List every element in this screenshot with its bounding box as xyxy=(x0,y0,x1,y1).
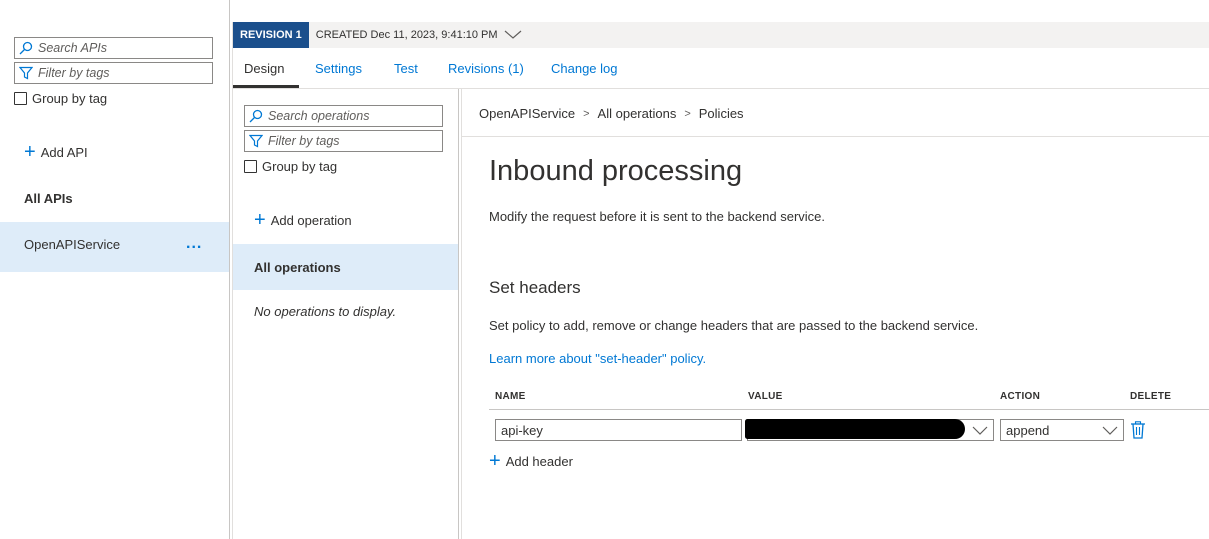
all-apis-item[interactable]: All APIs xyxy=(24,191,73,206)
all-operations-label: All operations xyxy=(254,260,341,275)
breadcrumb-separator: > xyxy=(583,107,590,120)
operations-group-by-tag[interactable]: Group by tag xyxy=(244,159,337,174)
add-header-label: Add header xyxy=(505,453,573,469)
revision-badge: REVISION 1 xyxy=(233,22,309,48)
add-api-button[interactable]: + Add API xyxy=(24,142,88,162)
page-title: Inbound processing xyxy=(489,155,743,187)
tab-design[interactable]: Design xyxy=(244,61,284,76)
api-filter-input[interactable]: Filter by tags xyxy=(14,62,213,84)
add-header-button[interactable]: + Add header xyxy=(489,451,573,471)
breadcrumb-item[interactable]: All operations xyxy=(598,106,677,121)
all-operations-item[interactable]: All operations xyxy=(233,244,458,290)
group-by-tag-label: Group by tag xyxy=(262,159,338,174)
api-item-label: OpenAPIService xyxy=(24,237,121,252)
trash-icon[interactable] xyxy=(1130,421,1146,439)
tab-test[interactable]: Test xyxy=(394,61,418,76)
page-description: Modify the request before it is sent to … xyxy=(489,209,826,224)
tab-revisions[interactable]: Revisions (1) xyxy=(448,61,524,76)
column-header-delete: DELETE xyxy=(1130,391,1172,402)
breadcrumb-item[interactable]: OpenAPIService xyxy=(479,106,575,121)
operations-search-placeholder: Search operations xyxy=(268,109,370,123)
no-operations-message: No operations to display. xyxy=(254,304,397,319)
api-panel: Search APIs Filter by tags Group by tag … xyxy=(0,0,229,539)
group-by-tag-checkbox[interactable] xyxy=(244,160,257,173)
header-name-field[interactable]: api-key xyxy=(495,419,742,441)
plus-icon: + xyxy=(254,209,266,231)
add-api-label: Add API xyxy=(40,144,88,160)
column-header-value: VALUE xyxy=(748,391,783,402)
header-action-value: append xyxy=(1006,422,1050,438)
chevron-down-icon xyxy=(1102,426,1118,435)
learn-more-link[interactable]: Learn more about "set-header" policy. xyxy=(489,351,706,366)
operations-search-input[interactable]: Search operations xyxy=(244,105,443,127)
tab-settings[interactable]: Settings xyxy=(315,61,362,76)
operations-filter-input[interactable]: Filter by tags xyxy=(244,130,443,152)
operations-panel-divider xyxy=(458,89,462,539)
column-header-action: ACTION xyxy=(1000,391,1041,402)
tab-change-log[interactable]: Change log xyxy=(551,61,618,76)
column-header-name: NAME xyxy=(495,391,526,402)
add-operation-button[interactable]: + Add operation xyxy=(254,210,352,230)
search-icon xyxy=(249,109,263,123)
section-title: Set headers xyxy=(489,278,581,297)
plus-icon: + xyxy=(489,450,501,472)
header-action-select[interactable]: append xyxy=(1000,419,1124,441)
more-actions-icon[interactable]: ... xyxy=(186,235,202,253)
operations-filter-placeholder: Filter by tags xyxy=(268,134,340,148)
redaction-mark xyxy=(745,419,965,439)
api-search-input[interactable]: Search APIs xyxy=(14,37,213,59)
chevron-down-icon[interactable] xyxy=(972,424,988,436)
breadcrumb: OpenAPIService > All operations > Polici… xyxy=(479,106,744,121)
breadcrumb-separator: > xyxy=(684,107,691,120)
revision-bar: REVISION 1 CREATED Dec 11, 2023, 9:41:10… xyxy=(233,22,1209,48)
section-description: Set policy to add, remove or change head… xyxy=(489,318,979,333)
filter-icon xyxy=(19,66,33,80)
chevron-down-icon[interactable] xyxy=(504,30,522,40)
breadcrumb-divider xyxy=(462,136,1209,137)
api-item-openapiservice[interactable]: OpenAPIService ... xyxy=(0,222,229,272)
api-group-by-tag[interactable]: Group by tag xyxy=(14,91,107,106)
filter-icon xyxy=(249,134,263,148)
revision-created: CREATED Dec 11, 2023, 9:41:10 PM xyxy=(315,29,498,41)
table-header-divider xyxy=(489,409,1209,410)
breadcrumb-item: Policies xyxy=(698,106,744,121)
group-by-tag-label: Group by tag xyxy=(32,91,108,106)
api-filter-placeholder: Filter by tags xyxy=(38,66,110,80)
add-operation-label: Add operation xyxy=(270,212,352,228)
api-search-placeholder: Search APIs xyxy=(38,41,108,55)
group-by-tag-checkbox[interactable] xyxy=(14,92,27,105)
panel-divider xyxy=(229,0,230,539)
plus-icon: + xyxy=(24,141,36,163)
search-icon xyxy=(19,41,33,55)
tabs-divider xyxy=(233,88,1209,89)
